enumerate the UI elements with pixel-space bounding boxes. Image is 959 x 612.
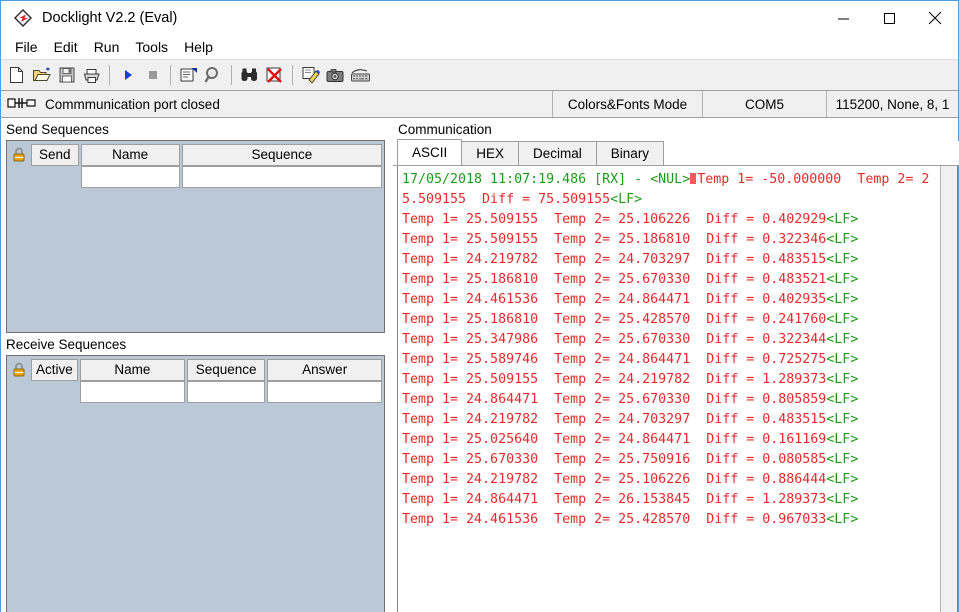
keyboard-console-icon[interactable] [348, 62, 373, 88]
send-sequence-row[interactable] [7, 166, 384, 188]
minimize-button[interactable] [820, 1, 866, 35]
communication-pane: Communication ASCII HEX Decimal Binary 1… [393, 118, 959, 612]
tab-decimal[interactable]: Decimal [518, 141, 597, 165]
menu-edit[interactable]: Edit [46, 37, 86, 57]
log-line: Temp 1= 25.509155 Temp 2= 25.106226 Diff… [402, 212, 859, 227]
menu-bar: File Edit Run Tools Help [1, 35, 958, 59]
edit-comment-icon[interactable] [298, 62, 323, 88]
receive-sequences-panel: Active Name Sequence Answer [6, 355, 385, 612]
camera-snapshot-icon[interactable] [323, 62, 348, 88]
log-line: Temp 1= 25.186810 Temp 2= 25.670330 Diff… [402, 272, 859, 287]
stop-communication-icon[interactable] [140, 62, 165, 88]
answer-column-header[interactable]: Answer [267, 358, 383, 381]
tab-strip-filler [663, 141, 959, 165]
receive-sequence-input[interactable] [186, 381, 266, 403]
communication-label: Communication [398, 122, 492, 137]
toolbar-separator [231, 65, 232, 85]
log-line: Temp 1= 25.347986 Temp 2= 25.670330 Diff… [402, 332, 859, 347]
new-file-icon[interactable] [4, 62, 29, 88]
send-button-cell[interactable] [31, 166, 79, 188]
log-line: Temp 1= 24.219782 Temp 2= 24.703297 Diff… [402, 252, 859, 267]
toolbar [1, 59, 958, 91]
log-line: Temp 1= 24.219782 Temp 2= 24.703297 Diff… [402, 412, 859, 427]
log-line: Temp 1= 25.509155 Temp 2= 25.186810 Diff… [402, 232, 859, 247]
log-line: Temp 1= 25.509155 Temp 2= 24.219782 Diff… [402, 372, 859, 387]
tab-ascii[interactable]: ASCII [397, 139, 463, 165]
log-line: Temp 1= 25.589746 Temp 2= 24.864471 Diff… [402, 352, 859, 367]
colors-fonts-mode-cell[interactable]: Colors&Fonts Mode [553, 91, 703, 117]
communication-log-wrapper: 17/05/2018 11:07:19.486 [RX] - <NUL> Temp… [397, 166, 958, 612]
connection-status-bar: Commmunication port closed Colors&Fonts … [1, 91, 958, 118]
nul-control-char-icon [690, 173, 697, 184]
port-status-cell[interactable]: Commmunication port closed [1, 91, 553, 117]
send-sequences-header-row: Send Name Sequence [7, 141, 384, 166]
receive-sequence-row[interactable] [7, 381, 384, 403]
tab-binary[interactable]: Binary [595, 141, 665, 165]
send-sequences-label: Send Sequences [6, 122, 109, 137]
lock-icon[interactable] [10, 360, 28, 380]
menu-file[interactable]: File [7, 37, 46, 57]
sequence-column-header[interactable]: Sequence [186, 358, 266, 381]
log-line: Temp 1= 24.461536 Temp 2= 25.428570 Diff… [402, 512, 859, 527]
search-magnifier-icon[interactable] [201, 62, 226, 88]
menu-tools[interactable]: Tools [127, 37, 176, 57]
receive-answer-input[interactable] [267, 381, 382, 403]
toolbar-separator [292, 65, 293, 85]
docklight-logo-icon [12, 7, 34, 29]
print-icon[interactable] [79, 62, 104, 88]
send-column-header[interactable]: Send [31, 143, 79, 166]
active-checkbox-cell[interactable] [31, 381, 78, 403]
serial-port-icon [7, 96, 37, 113]
com-port-cell[interactable]: COM5 [703, 91, 827, 117]
lock-icon[interactable] [10, 145, 28, 165]
log-line: Temp 1= 25.025640 Temp 2= 24.864471 Diff… [402, 432, 859, 447]
row-lock-placeholder [10, 382, 28, 402]
communication-log-scrollbar[interactable] [940, 166, 957, 612]
sequences-pane: Send Sequences Send Name Sequence Receiv… [1, 118, 389, 612]
row-lock-placeholder [10, 167, 28, 187]
sequence-column-header[interactable]: Sequence [181, 143, 382, 166]
communication-tabs: ASCII HEX Decimal Binary [393, 139, 959, 166]
tab-hex[interactable]: HEX [461, 141, 520, 165]
main-body: Send Sequences Send Name Sequence Receiv… [1, 118, 959, 612]
name-column-header[interactable]: Name [80, 143, 180, 166]
close-button[interactable] [912, 1, 958, 35]
docklight-window: Docklight V2.2 (Eval) File Edit Run Tool… [0, 0, 959, 612]
receive-sequences-label: Receive Sequences [6, 337, 127, 352]
title-bar: Docklight V2.2 (Eval) [1, 1, 958, 35]
menu-help[interactable]: Help [176, 37, 221, 57]
log-line: Temp 1= 24.864471 Temp 2= 25.670330 Diff… [402, 392, 859, 407]
maximize-button[interactable] [866, 1, 912, 35]
log-line: Temp 1= 24.864471 Temp 2= 26.153845 Diff… [402, 492, 859, 507]
start-communication-icon[interactable] [115, 62, 140, 88]
send-sequences-panel: Send Name Sequence [6, 140, 385, 333]
log-line: Temp 1= 24.461536 Temp 2= 24.864471 Diff… [402, 292, 859, 307]
log-line: Temp 1= 24.219782 Temp 2= 25.106226 Diff… [402, 472, 859, 487]
communication-log[interactable]: 17/05/2018 11:07:19.486 [RX] - <NUL> Temp… [398, 166, 940, 612]
log-header-line: 17/05/2018 11:07:19.486 [RX] - <NUL> Temp… [402, 172, 930, 207]
send-sequence-input[interactable] [181, 166, 382, 188]
port-status-label: Commmunication port closed [45, 96, 220, 112]
receive-name-input[interactable] [79, 381, 185, 403]
menu-run[interactable]: Run [86, 37, 128, 57]
binoculars-icon[interactable] [237, 62, 262, 88]
send-name-input[interactable] [80, 166, 180, 188]
window-controls [820, 1, 958, 35]
project-settings-icon[interactable] [176, 62, 201, 88]
open-folder-icon[interactable] [29, 62, 54, 88]
name-column-header[interactable]: Name [79, 358, 185, 381]
receive-sequences-header-row: Active Name Sequence Answer [7, 356, 384, 381]
log-line: Temp 1= 25.186810 Temp 2= 25.428570 Diff… [402, 312, 859, 327]
toolbar-separator [170, 65, 171, 85]
log-line: Temp 1= 25.670330 Temp 2= 25.750916 Diff… [402, 452, 859, 467]
active-column-header[interactable]: Active [31, 358, 78, 381]
clear-communication-icon[interactable] [262, 62, 287, 88]
window-title: Docklight V2.2 (Eval) [42, 10, 178, 26]
save-disk-icon[interactable] [54, 62, 79, 88]
toolbar-separator [109, 65, 110, 85]
port-settings-cell[interactable]: 115200, None, 8, 1 [827, 91, 958, 117]
